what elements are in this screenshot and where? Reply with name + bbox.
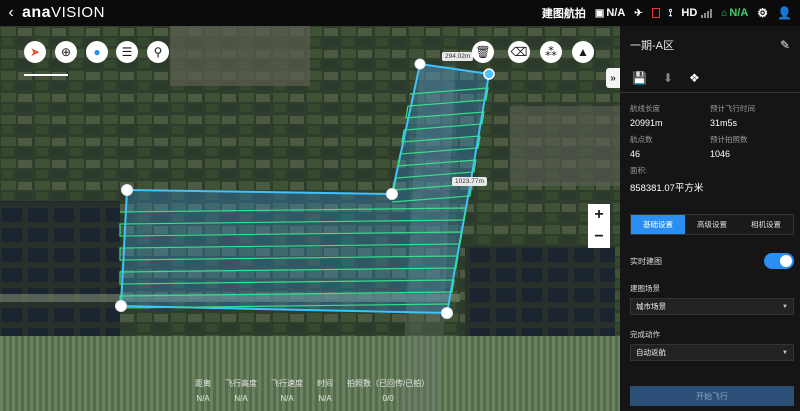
realtime-mapping-row: 实时建图: [630, 253, 794, 269]
mode-label: 建图航拍: [541, 8, 586, 20]
signal-bars-icon: [701, 8, 713, 18]
compass-icon: ➤: [29, 45, 41, 59]
zoom-out-button[interactable]: −: [588, 226, 610, 248]
map-view[interactable]: 294.02m 1023.77m ➤ ⊕ ● ☰ ⚲ 🗑 ⌫ ⁂ ▲ » + −…: [0, 26, 620, 411]
link-status: ⌂ N/A: [721, 7, 749, 19]
top-bar: ‹ ana VISION 建图航拍 ▣ N/A ✈ ⟟ HD ⌂ N/A ⚙ �: [0, 0, 800, 26]
user-icon[interactable]: 👤: [777, 6, 792, 20]
remote-icon: ⌂: [721, 7, 728, 19]
battery-icon: [651, 8, 660, 18]
hd-status: HD: [681, 7, 713, 19]
compass-button[interactable]: ➤: [24, 41, 46, 63]
tab-camera-settings[interactable]: 相机设置: [739, 215, 793, 234]
settings-tabs: 基础设置 高级设置 相机设置: [630, 214, 794, 235]
plane-icon: ▲: [577, 45, 589, 59]
list-button[interactable]: ☰: [116, 41, 138, 63]
start-flight-button[interactable]: 开始飞行: [630, 386, 794, 406]
chevron-double-right-icon: »: [610, 72, 616, 84]
distance-label-right: 1023.77m: [452, 177, 487, 186]
panel-actions: 💾 ⬇ ❖: [620, 64, 800, 88]
logo-part-a: ana: [22, 4, 52, 21]
waypoints-icon: ⁂: [545, 45, 557, 59]
search-button[interactable]: ⚲: [147, 41, 169, 63]
pin-button[interactable]: ●: [86, 41, 108, 63]
mission-title: 一期-A区: [630, 40, 674, 52]
app-root: ‹ ana VISION 建图航拍 ▣ N/A ✈ ⟟ HD ⌂ N/A ⚙ �: [0, 0, 800, 411]
search-icon: ⚲: [153, 45, 163, 59]
panel-divider: [620, 92, 800, 93]
stat-time: 时间 N/A: [317, 379, 333, 403]
flight-stats: 距离 N/A 飞行高度 N/A 飞行速度 N/A 时间 N/A 拍照数（已回传/…: [195, 378, 443, 403]
waypoint-count: 航点数 46: [630, 135, 653, 159]
eraser-icon: ⌫: [510, 45, 528, 59]
locate-button[interactable]: ⊕: [55, 41, 77, 63]
collapse-panel-button[interactable]: »: [606, 68, 620, 88]
stat-speed: 飞行速度 N/A: [271, 379, 303, 403]
photo-count: 预计拍照数 1046: [710, 135, 748, 159]
tab-basic-settings[interactable]: 基础设置: [631, 215, 685, 234]
mission-summary: 航线长度 20991m 预计飞行时间 31m5s 航点数 46 预计拍照数 10…: [620, 97, 800, 159]
status-bar: 建图航拍 ▣ N/A ✈ ⟟ HD ⌂ N/A ⚙ 👤: [542, 5, 800, 21]
toolbar-active-indicator: [24, 74, 68, 76]
start-vertex[interactable]: [483, 68, 495, 80]
scene-select[interactable]: 城市场景 ▼: [630, 298, 794, 315]
eraser-button[interactable]: ⌫: [508, 41, 530, 63]
edit-icon[interactable]: ✎: [780, 38, 790, 52]
back-button[interactable]: ‹: [0, 0, 22, 26]
camera-icon: ▣: [594, 7, 605, 19]
realtime-mapping-label: 实时建图: [630, 256, 662, 266]
satellite-icon: ✈: [634, 7, 643, 19]
scene-label: 建图场景: [630, 284, 660, 293]
zoom-in-button[interactable]: +: [588, 204, 610, 226]
stat-distance: 距离 N/A: [195, 379, 211, 403]
chevron-left-icon: ‹: [8, 4, 14, 21]
export-icon[interactable]: ❖: [689, 71, 700, 85]
flight-time: 预计飞行时间 31m5s: [710, 104, 755, 128]
gear-icon[interactable]: ⚙: [757, 6, 768, 20]
logo-part-b: VISION: [51, 4, 105, 21]
delete-button[interactable]: 🗑: [472, 41, 494, 63]
signal-icon: ⟟: [668, 7, 673, 19]
finish-action-select[interactable]: 自动返航 ▼: [630, 344, 794, 361]
realtime-mapping-toggle[interactable]: [764, 253, 794, 269]
map-canvas[interactable]: [0, 26, 620, 411]
waypoints-button[interactable]: ⁂: [540, 41, 562, 63]
caret-down-icon: ▼: [782, 349, 788, 356]
tab-advanced-settings[interactable]: 高级设置: [685, 215, 739, 234]
import-icon[interactable]: ⬇: [663, 71, 673, 85]
direction-button[interactable]: ▲: [572, 41, 594, 63]
app-logo: ana VISION: [22, 4, 105, 22]
save-icon[interactable]: 💾: [632, 71, 647, 85]
pin-icon: ●: [93, 45, 101, 59]
stat-altitude: 飞行高度 N/A: [225, 379, 257, 403]
route-length: 航线长度 20991m: [630, 104, 663, 128]
camera-status: ▣ N/A: [594, 7, 626, 19]
finish-action-label: 完成动作: [630, 330, 660, 339]
hd-label: HD: [681, 7, 698, 19]
area-summary: 面积: 858381.07平方米: [630, 166, 704, 194]
distance-label-top: 294.02m: [442, 52, 474, 61]
trash-icon: 🗑: [475, 45, 491, 59]
locate-icon: ⊕: [60, 45, 72, 59]
list-icon: ☰: [121, 45, 133, 59]
panel-header: 一期-A区 ✎: [620, 26, 800, 64]
caret-down-icon: ▼: [782, 303, 788, 310]
stat-photos: 拍照数（已回传/已拍） 0/0: [347, 379, 430, 403]
